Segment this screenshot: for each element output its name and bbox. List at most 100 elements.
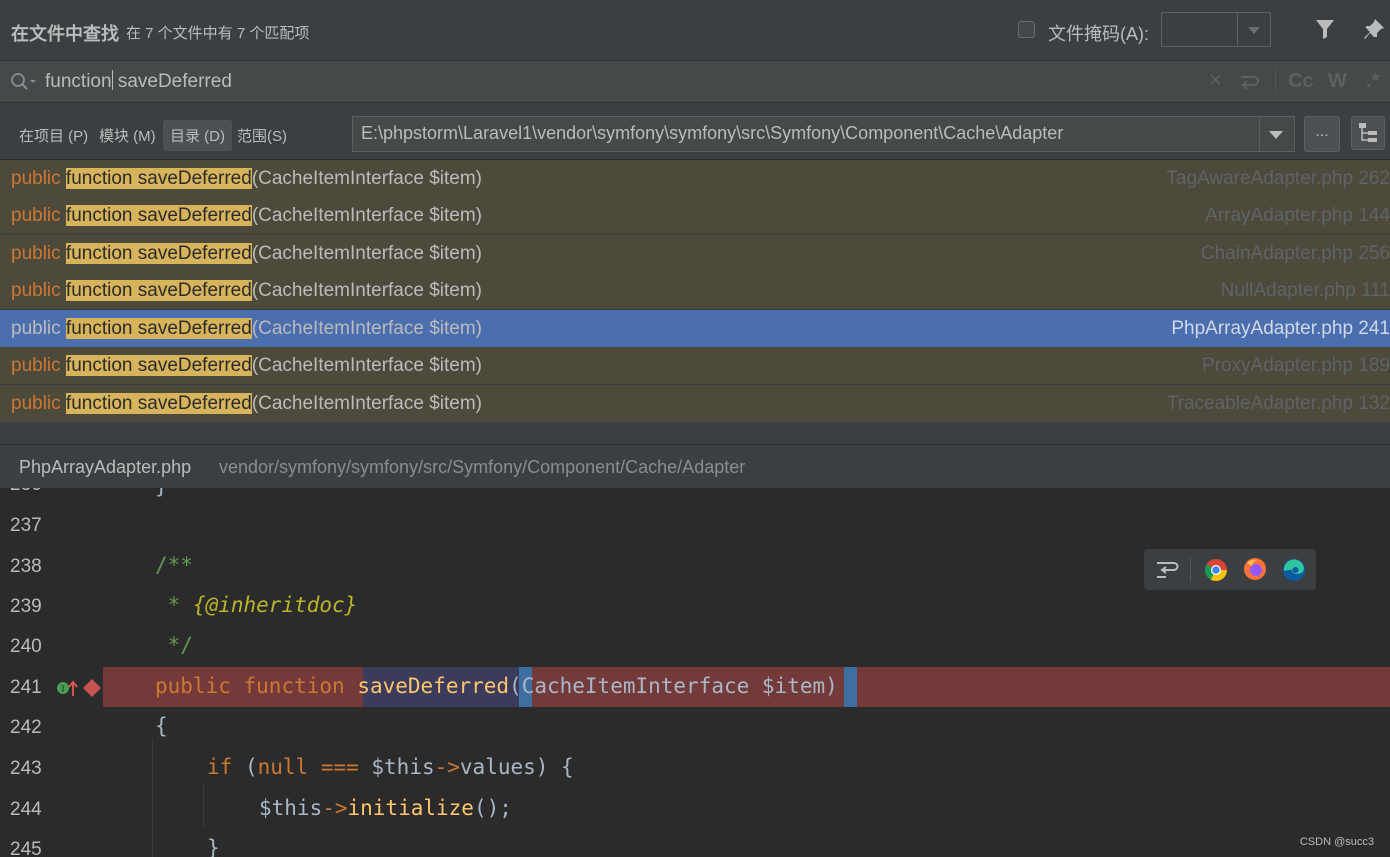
preview-file-name: PhpArrayAdapter.php: [19, 457, 192, 477]
toolbar-separator: [1190, 557, 1191, 582]
line-number: 244: [10, 799, 42, 820]
soft-wrap-icon[interactable]: [1154, 558, 1180, 582]
match-highlight: saveDeferred: [132, 393, 252, 414]
indent-guide: [203, 783, 204, 828]
directory-path-combo[interactable]: E:\phpstorm\Laravel1\vendor\symfony\symf…: [352, 116, 1295, 152]
line-number: 237: [10, 515, 42, 536]
whole-words-icon[interactable]: W: [1328, 70, 1347, 93]
recursive-toggle-button[interactable]: [1351, 116, 1385, 150]
result-location: TraceableAdapter.php 132: [1166, 393, 1390, 414]
result-row[interactable]: public function saveDeferred(CacheItemIn…: [0, 272, 1390, 309]
method-name: initialize: [347, 796, 474, 820]
line-number: 242: [10, 717, 42, 738]
new-line-icon[interactable]: [1238, 73, 1260, 91]
keyword-public: public: [11, 393, 66, 414]
match-highlight: saveDeferred: [132, 318, 252, 339]
result-row[interactable]: public function saveDeferred(CacheItemIn…: [0, 235, 1390, 272]
doc-tag: {@inheritdoc}: [192, 593, 358, 617]
keyword-public: public: [11, 168, 66, 189]
watermark: CSDN @succ3: [1299, 836, 1374, 848]
implements-method-icon[interactable]: I: [56, 678, 80, 698]
regex-icon[interactable]: .*: [1366, 70, 1379, 93]
firefox-icon[interactable]: [1243, 557, 1267, 581]
brace-match-highlight: [844, 667, 857, 707]
match-highlight: saveDeferred: [132, 205, 252, 226]
search-input[interactable]: function saveDeferred: [45, 70, 232, 93]
doc-star: *: [155, 593, 193, 617]
operator: ===: [308, 755, 372, 779]
keyword-public: public: [11, 205, 66, 226]
match-highlight: saveDeferred: [132, 280, 252, 301]
search-icon[interactable]: [10, 72, 38, 92]
chrome-icon[interactable]: [1204, 558, 1228, 582]
code-line-if: if (null === $this->values) {: [207, 755, 574, 779]
match-highlight: function: [65, 243, 133, 264]
search-query-part1: function: [45, 71, 112, 92]
function-args: (CacheItemInterface $item): [509, 674, 838, 698]
result-signature: (CacheItemInterface $item): [251, 393, 483, 414]
result-signature: (CacheItemInterface $item): [251, 318, 483, 339]
arrow-operator: ->: [322, 796, 348, 820]
breakpoint-icon[interactable]: [82, 678, 102, 698]
result-code: public function saveDeferred(CacheItemIn…: [11, 393, 482, 415]
result-row[interactable]: public function saveDeferred(CacheItemIn…: [0, 347, 1390, 384]
result-location: PhpArrayAdapter.php 241: [1171, 318, 1390, 339]
property-name: values: [459, 755, 536, 779]
keyword-function: function: [243, 674, 345, 698]
result-location: ChainAdapter.php 256: [1200, 243, 1390, 264]
keyword-null: null: [257, 755, 309, 779]
this-variable: $this: [259, 796, 323, 820]
doc-comment-line: * {@inheritdoc}: [155, 593, 358, 617]
tab-in-project[interactable]: 在项目 (P): [19, 125, 88, 146]
result-code: public function saveDeferred(CacheItemIn…: [11, 318, 482, 340]
preview-header: PhpArrayAdapter.php vendor/symfony/symfo…: [0, 423, 1390, 488]
file-mask-combo[interactable]: [1161, 12, 1271, 47]
result-location: ProxyAdapter.php 189: [1201, 355, 1390, 376]
match-highlight: function: [65, 168, 133, 189]
match-highlight: function: [65, 393, 133, 414]
tab-module[interactable]: 模块 (M): [99, 125, 156, 146]
indent-guide: [152, 738, 153, 857]
result-code: public function saveDeferred(CacheItemIn…: [11, 168, 482, 190]
line-number: 238: [10, 556, 42, 577]
edge-icon[interactable]: [1282, 558, 1306, 582]
pin-icon[interactable]: [1361, 16, 1387, 42]
keyword-public: public: [11, 318, 66, 339]
line-number: 236: [10, 488, 42, 496]
code-line-function: public function saveDeferred(CacheItemIn…: [155, 674, 838, 698]
tab-directory[interactable]: 目录 (D): [163, 120, 232, 151]
svg-text:I: I: [62, 684, 65, 695]
browse-button[interactable]: ...: [1304, 116, 1340, 152]
result-row[interactable]: public function saveDeferred(CacheItemIn…: [0, 385, 1390, 422]
file-mask-checkbox[interactable]: [1018, 21, 1035, 38]
result-signature: (CacheItemInterface $item): [251, 355, 483, 376]
code-token: (: [232, 755, 258, 779]
file-mask-label: 文件掩码(A):: [1048, 24, 1149, 44]
match-highlight: saveDeferred: [132, 243, 252, 264]
chevron-down-icon[interactable]: [1248, 27, 1260, 34]
result-code: public function saveDeferred(CacheItemIn…: [11, 205, 482, 227]
result-row[interactable]: public function saveDeferred(CacheItemIn…: [0, 160, 1390, 197]
directory-path-value: E:\phpstorm\Laravel1\vendor\symfony\symf…: [361, 123, 1064, 143]
result-row[interactable]: public function saveDeferred(CacheItemIn…: [0, 197, 1390, 234]
function-name: saveDeferred: [357, 674, 510, 698]
combo-separator: [1237, 13, 1238, 46]
match-case-icon[interactable]: Cc: [1288, 70, 1314, 93]
clear-icon[interactable]: ×: [1209, 67, 1222, 93]
code-line: }: [155, 488, 168, 498]
code-preview-editor[interactable]: 236 } 237 238 /** 239 * {@inheritdoc} 24…: [0, 488, 1390, 857]
tab-scope[interactable]: 范围(S): [237, 125, 287, 146]
match-highlight: saveDeferred: [132, 168, 252, 189]
search-bar: function saveDeferred × Cc W .*: [0, 61, 1390, 103]
code-line-call: $this->initialize();: [259, 796, 512, 820]
result-signature: (CacheItemInterface $item): [251, 205, 483, 226]
splitter[interactable]: [0, 444, 1390, 445]
toolbar-separator: [1275, 69, 1276, 94]
open-in-browser-toolbar: [1144, 549, 1316, 590]
filter-icon[interactable]: [1312, 16, 1338, 42]
result-row-selected[interactable]: public function saveDeferred(CacheItemIn…: [0, 310, 1390, 347]
chevron-down-icon[interactable]: [1269, 131, 1283, 139]
result-code: public function saveDeferred(CacheItemIn…: [11, 355, 482, 377]
results-list: public function saveDeferred(CacheItemIn…: [0, 160, 1390, 423]
match-count: 在 7 个文件中有 7 个匹配项: [126, 25, 310, 42]
